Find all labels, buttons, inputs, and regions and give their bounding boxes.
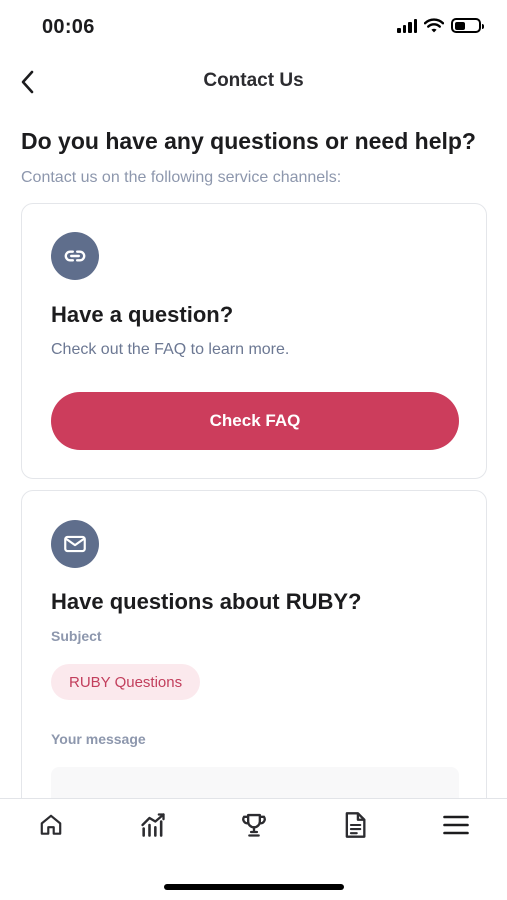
intro-subheading: Contact us on the following service chan… <box>21 169 342 186</box>
cellular-signal-icon <box>397 18 417 33</box>
wifi-icon <box>424 18 444 33</box>
document-icon <box>345 812 366 838</box>
ruby-card: Have questions about RUBY? Subject RUBY … <box>21 490 487 837</box>
intro-heading: Do you have any questions or need help? <box>21 128 476 154</box>
faq-card-description: Check out the FAQ to learn more. <box>51 341 290 358</box>
link-icon <box>64 250 86 262</box>
ruby-card-title: Have questions about RUBY? <box>51 589 362 614</box>
faq-icon-badge <box>51 232 99 280</box>
tab-home[interactable] <box>31 809 71 841</box>
tab-menu[interactable] <box>436 809 476 841</box>
mail-icon <box>64 535 86 553</box>
tab-rewards[interactable] <box>234 809 274 841</box>
check-faq-button[interactable]: Check FAQ <box>51 392 459 450</box>
trophy-icon <box>242 813 266 837</box>
subject-label: Subject <box>51 628 102 644</box>
chart-icon <box>141 813 165 837</box>
faq-card: Have a question? Check out the FAQ to le… <box>21 203 487 479</box>
ruby-icon-badge <box>51 520 99 568</box>
home-indicator <box>164 884 344 890</box>
faq-card-title: Have a question? <box>51 302 234 327</box>
status-bar: 00:06 <box>0 0 507 56</box>
status-icons <box>397 18 484 33</box>
tab-documents[interactable] <box>335 809 375 841</box>
menu-icon <box>443 815 469 835</box>
home-icon <box>40 814 62 835</box>
status-time: 00:06 <box>42 16 95 38</box>
message-label: Your message <box>51 731 146 747</box>
subject-chip[interactable]: RUBY Questions <box>51 664 201 700</box>
nav-header: Contact Us <box>0 58 507 106</box>
tab-stats[interactable] <box>133 809 173 841</box>
page-title: Contact Us <box>203 70 304 91</box>
battery-icon <box>451 18 484 33</box>
